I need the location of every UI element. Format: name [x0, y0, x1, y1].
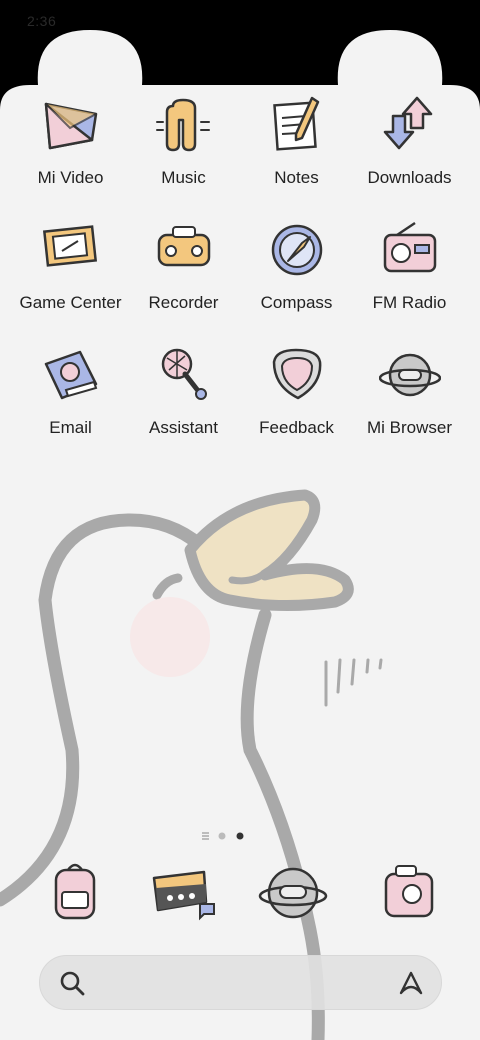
planet-app-icon[interactable]	[258, 858, 328, 928]
app-label: Music	[161, 168, 206, 187]
feedback-icon	[272, 348, 322, 400]
app-game-center[interactable]: Game Center	[14, 219, 127, 329]
search-bar[interactable]	[39, 955, 442, 1010]
music-icon	[156, 98, 210, 152]
app-mi-browser[interactable]: Mi Browser	[353, 344, 466, 454]
recorder-icon	[157, 226, 211, 267]
page-dot	[218, 832, 226, 840]
home-screen: 2:36 Mi Video Music Notes Downloads Game…	[0, 0, 480, 1040]
fm-radio-icon	[383, 221, 437, 273]
mi-browser-icon	[379, 353, 441, 397]
app-email[interactable]: Email	[14, 344, 127, 454]
app-compass[interactable]: Compass	[240, 219, 353, 329]
app-recorder[interactable]: Recorder	[127, 219, 240, 329]
app-feedback[interactable]: Feedback	[240, 344, 353, 454]
status-bar-time: 2:36	[27, 13, 57, 29]
app-fm-radio[interactable]: FM Radio	[353, 219, 466, 329]
notes-icon	[273, 96, 320, 151]
app-mi-video[interactable]: Mi Video	[14, 94, 127, 204]
mi-video-icon	[44, 102, 98, 150]
game-center-icon	[42, 225, 98, 267]
compass-icon	[271, 224, 323, 276]
app-downloads[interactable]: Downloads	[353, 94, 466, 204]
downloads-icon	[383, 96, 433, 150]
app-label: Mi Browser	[366, 418, 452, 437]
app-label: FM Radio	[372, 293, 447, 312]
backpack-app-icon[interactable]	[40, 858, 110, 928]
app-label: Email	[49, 418, 92, 437]
app-notes[interactable]: Notes	[240, 94, 353, 204]
email-icon	[44, 350, 98, 400]
page-dot-active	[236, 832, 244, 840]
app-label: Compass	[260, 293, 333, 312]
app-music[interactable]: Music	[127, 94, 240, 204]
app-label: Assistant	[149, 418, 218, 437]
assistant-logo-icon[interactable]	[396, 968, 426, 998]
app-label: Recorder	[148, 293, 219, 312]
app-label: Downloads	[367, 168, 452, 187]
app-assistant[interactable]: Assistant	[127, 344, 240, 454]
app-label: Notes	[274, 168, 319, 187]
app-label: Game Center	[19, 293, 122, 312]
camera-app-icon[interactable]	[372, 858, 442, 928]
search-icon[interactable]	[58, 969, 86, 997]
app-label: Feedback	[259, 418, 334, 437]
messages-app-icon[interactable]	[148, 858, 218, 928]
assistant-icon	[161, 348, 207, 400]
feed-page-icon	[202, 832, 209, 840]
page-indicator[interactable]	[200, 830, 260, 842]
app-label: Mi Video	[37, 168, 104, 187]
